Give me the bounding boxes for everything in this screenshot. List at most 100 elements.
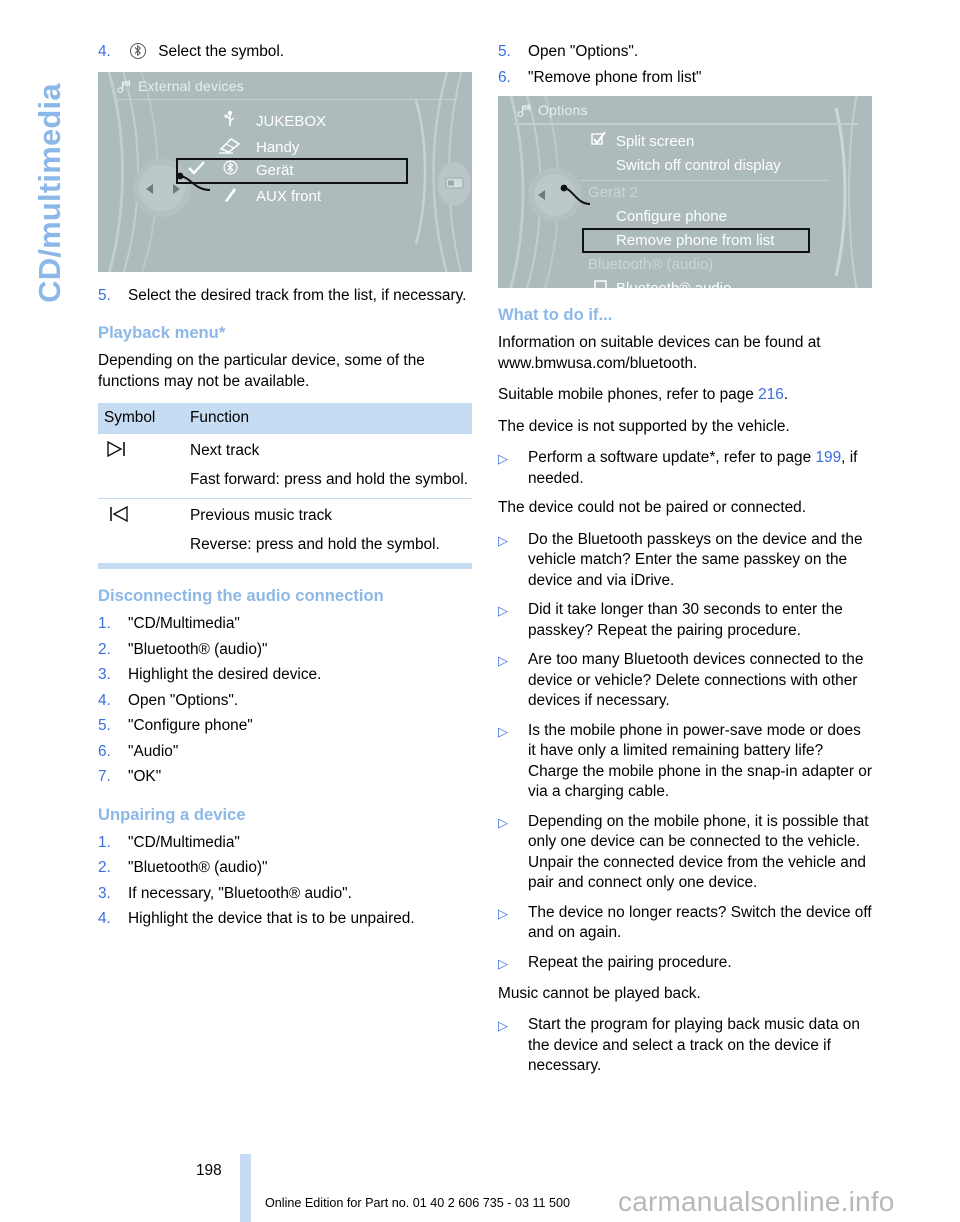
step-item: 7. "OK"	[98, 767, 472, 788]
case-1-items: ▷ Perform a software update*, refer to p…	[498, 448, 872, 489]
idrive-item-label: AUX front	[256, 187, 322, 205]
previous-track-icon	[98, 498, 184, 563]
step-item: 5. Select the desired track from the lis…	[98, 286, 472, 307]
table-header-function: Function	[184, 403, 472, 434]
next-track-icon	[98, 434, 184, 499]
page-number: 198	[196, 1162, 222, 1179]
unpairing-steps: 1. "CD/Multimedia" 2. "Bluetooth® (audio…	[98, 833, 472, 930]
list-item: ▷ Start the program for playing back mus…	[498, 1015, 872, 1077]
idrive-group-label: Gerät 2	[498, 181, 872, 205]
step-number: 7.	[98, 768, 111, 785]
idrive-list-item[interactable]: Switch off control display	[498, 154, 872, 178]
idrive-item-label: Bluetooth® audio	[616, 277, 731, 288]
table-header-symbol: Symbol	[98, 403, 184, 434]
list-item: ▷ Is the mobile phone in power-save mode…	[498, 721, 872, 803]
step-item: 6. "Remove phone from list"	[498, 68, 872, 89]
step-item: 2. "Bluetooth® (audio)"	[98, 858, 472, 879]
step-item: 2. "Bluetooth® (audio)"	[98, 640, 472, 661]
step-text: "OK"	[128, 768, 162, 785]
step-text: "Configure phone"	[128, 717, 253, 734]
step-item: 4. Highlight the device that is to be un…	[98, 909, 472, 930]
step-number: 4.	[98, 691, 111, 709]
idrive-item-label: Remove phone from list	[616, 232, 775, 249]
watermark: carmanualsonline.info	[618, 1186, 895, 1217]
case1-pre: Perform a software update*, refer to pag…	[528, 449, 816, 466]
list-item-text: Depending on the mobile phone, it is pos…	[528, 812, 869, 892]
case-2-title: The device could not be paired or connec…	[498, 499, 807, 516]
list-item-text: Did it take longer than 30 seconds to en…	[528, 601, 843, 639]
idrive-screen-title: External devices	[138, 77, 244, 94]
triangle-bullet-icon: ▷	[498, 451, 508, 466]
idrive-list-item-selected[interactable]: Gerät	[98, 159, 472, 183]
page-reference-216[interactable]: 216	[758, 386, 784, 403]
step-item: 1. "CD/Multimedia"	[98, 833, 472, 854]
step-number: 5.	[98, 286, 111, 304]
chapter-tab-label: CD/multimedia	[32, 83, 67, 303]
step-number: 2.	[98, 859, 111, 876]
step-number: 4.	[98, 43, 111, 60]
right-steps-top: 5. Open "Options". 6. "Remove phone from…	[498, 42, 872, 88]
idrive-item-label: Gerät	[256, 161, 294, 179]
list-item-text: Are too many Bluetooth devices connected…	[528, 651, 864, 709]
idrive-list-item[interactable]: AUX front	[98, 185, 472, 209]
idrive-list-item[interactable]: Configure phone	[498, 205, 872, 229]
footer-accent-bar	[240, 1154, 251, 1222]
idrive-list-item-selected[interactable]: Remove phone from list	[498, 229, 872, 253]
step-text: Select the symbol.	[158, 43, 285, 60]
step-text: Select the desired track from the list, …	[128, 286, 467, 304]
what-to-do-intro-2: Suitable mobile phones, refer to page 21…	[498, 385, 872, 406]
multimedia-note-icon	[117, 79, 131, 93]
bluetooth-icon	[128, 43, 147, 64]
step-text: "Bluetooth® (audio)"	[128, 640, 268, 658]
idrive-item-label: Configure phone	[616, 208, 727, 225]
list-item-text: Repeat the pairing procedure.	[528, 953, 732, 971]
step-text: "Audio"	[128, 742, 179, 760]
step-text: "Remove phone from list"	[528, 68, 702, 86]
idrive-list-item[interactable]: Bluetooth® audio	[498, 277, 872, 288]
list-item-text: Start the program for playing back music…	[528, 1016, 860, 1074]
aux-jack-icon	[220, 185, 240, 211]
step-item: 4. Open "Options".	[98, 691, 472, 712]
page-reference-199[interactable]: 199	[815, 449, 841, 466]
step-item: 3. Highlight the desired device.	[98, 665, 472, 686]
triangle-bullet-icon: ▷	[498, 905, 508, 921]
table-row: Previous music track Reverse: press and …	[98, 498, 472, 563]
step-text: Open "Options".	[128, 691, 239, 709]
step-number: 3.	[98, 884, 111, 902]
step-text: "Bluetooth® (audio)"	[128, 859, 268, 876]
idrive-item-label: Gerät 2	[588, 184, 639, 201]
step-number: 4.	[98, 910, 111, 927]
left-column: 4. Select the symbol. External devices J…	[98, 42, 472, 935]
disconnecting-heading: Disconnecting the audio connection	[98, 586, 384, 605]
idrive-list-item[interactable]: Split screen	[498, 130, 872, 154]
triangle-bullet-icon: ▷	[498, 532, 508, 548]
step-text: Open "Options".	[528, 43, 639, 60]
options-screenshot: Options Split screen Switch off control …	[498, 96, 872, 288]
list-item: ▷ Are too many Bluetooth devices connect…	[498, 650, 872, 712]
idrive-item-label: Bluetooth® (audio)	[588, 256, 714, 273]
step-number: 1.	[98, 833, 111, 851]
list-item: ▷ Depending on the mobile phone, it is p…	[498, 812, 872, 894]
step-number: 5.	[498, 43, 511, 60]
list-item: ▷ Did it take longer than 30 seconds to …	[498, 600, 872, 641]
idrive-item-label: JUKEBOX	[256, 112, 327, 130]
idrive-title-rule	[514, 123, 858, 125]
idrive-item-label: Handy	[256, 138, 300, 156]
step-item: 1. "CD/Multimedia"	[98, 614, 472, 635]
case-2-items: ▷ Do the Bluetooth passkeys on the devic…	[498, 530, 872, 975]
disconnecting-steps: 1. "CD/Multimedia" 2. "Bluetooth® (audio…	[98, 614, 472, 788]
idrive-list-item[interactable]: JUKEBOX	[98, 110, 472, 134]
idrive-screen-title: Options	[538, 102, 588, 118]
case-3-title: Music cannot be played back.	[498, 984, 701, 1002]
what-to-do-heading: What to do if...	[498, 305, 613, 324]
triangle-bullet-icon: ▷	[498, 603, 508, 618]
idrive-list-item[interactable]: Handy	[98, 136, 472, 160]
checkbox-checked-icon	[588, 130, 608, 154]
what-to-do-intro-1: Information on suitable devices can be f…	[498, 334, 821, 372]
table-header-row: Symbol Function	[98, 403, 472, 434]
step-text: "CD/Multimedia"	[128, 833, 240, 851]
triangle-bullet-icon: ▷	[498, 1018, 508, 1033]
step-number: 6.	[98, 742, 111, 760]
table-cell-function: Previous music track Reverse: press and …	[184, 498, 472, 563]
step-number: 3.	[98, 666, 111, 683]
